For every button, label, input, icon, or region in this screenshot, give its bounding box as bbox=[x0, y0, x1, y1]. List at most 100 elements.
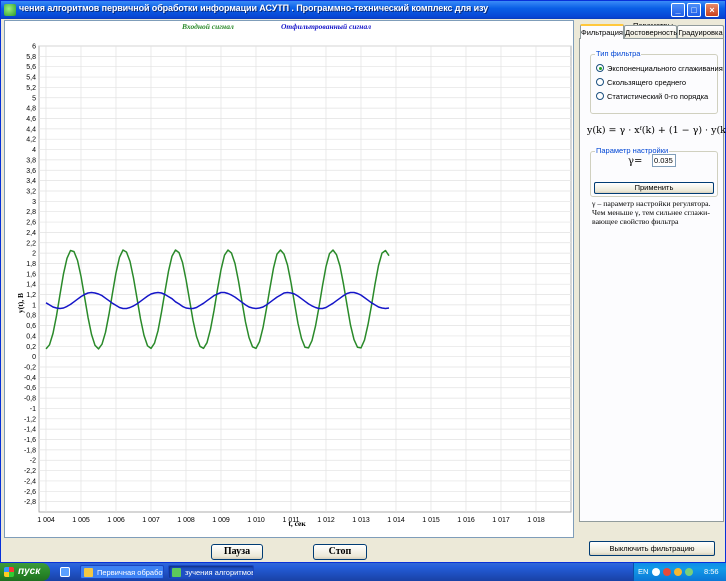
x-tick-label: 1 012 bbox=[317, 517, 335, 524]
radio-statistical[interactable]: Статистический 0-го порядка bbox=[596, 92, 708, 102]
y-tick-label: 4,8 bbox=[26, 106, 36, 113]
network-tray-icon[interactable] bbox=[674, 568, 682, 576]
help-line: Чем меньше γ, тем сильнее сглажи- bbox=[592, 208, 710, 217]
y-tick-label: 1,2 bbox=[26, 292, 36, 299]
y-tick-label: -0,2 bbox=[24, 365, 36, 372]
stop-button[interactable]: Стоп bbox=[313, 544, 367, 560]
clock: 8:56 bbox=[704, 567, 719, 576]
y-tick-label: 0,4 bbox=[26, 333, 36, 340]
y-tick-label: -2,4 bbox=[24, 478, 36, 485]
y-tick-label: -2,6 bbox=[24, 489, 36, 496]
x-tick-label: 1 006 bbox=[107, 517, 125, 524]
title-bar[interactable]: чения алгоритмов первичной обработки инф… bbox=[1, 1, 725, 19]
maximize-button[interactable]: □ bbox=[687, 3, 701, 17]
y-tick-label: -2,8 bbox=[24, 499, 36, 506]
minimize-button[interactable]: _ bbox=[671, 3, 685, 17]
x-tick-label: 1 018 bbox=[527, 517, 545, 524]
bottom-button-bar: Пауза Стоп bbox=[1, 540, 575, 562]
filtering-tab-content: Тип фильтра Экспоненциального сглаживани… bbox=[579, 38, 726, 522]
y-tick-label: 2,2 bbox=[26, 240, 36, 247]
start-button[interactable]: пуск bbox=[0, 563, 50, 581]
y-tick-label: -1,4 bbox=[24, 427, 36, 434]
y-tick-label: 2 bbox=[32, 251, 36, 258]
radio-exponential[interactable]: Экспоненциального сглаживания bbox=[596, 64, 723, 74]
y-tick-label: 5,6 bbox=[26, 64, 36, 71]
tab-validity[interactable]: Достоверность bbox=[624, 25, 677, 39]
folder-icon bbox=[84, 568, 93, 577]
settings-panel: Параметры Фильтрация Достоверность Граду… bbox=[579, 20, 726, 560]
x-tick-label: 1 017 bbox=[492, 517, 510, 524]
window-title: чения алгоритмов первичной обработки инф… bbox=[19, 3, 489, 13]
legend-filtered-signal: Отфильтрованный сигнал bbox=[281, 22, 371, 31]
help-text: γ – параметр настройки регулятора. Чем м… bbox=[592, 199, 720, 226]
y-tick-label: 3,8 bbox=[26, 157, 36, 164]
radio-unselected-icon[interactable] bbox=[596, 78, 604, 87]
y-tick-label: 4,6 bbox=[26, 116, 36, 123]
x-tick-label: 1 010 bbox=[247, 517, 265, 524]
x-tick-label: 1 014 bbox=[387, 517, 405, 524]
task-label: Первичная обработ... bbox=[97, 568, 164, 577]
task-primary-processing[interactable]: Первичная обработ... bbox=[80, 565, 164, 579]
language-indicator[interactable]: EN bbox=[638, 567, 648, 576]
radio-selected-icon[interactable] bbox=[596, 64, 604, 73]
x-tick-label: 1 004 bbox=[37, 517, 55, 524]
y-tick-label: -1,2 bbox=[24, 416, 36, 423]
y-tick-label: 0 bbox=[32, 354, 36, 361]
signal-chart: 6 5,8 5,6 5,4 5,2 5 4,8 4,6 4,4 4,2 4 3,8 3,6 3,4 3,2 3… bbox=[16, 22, 572, 528]
x-tick-label: 1 016 bbox=[457, 517, 475, 524]
y-tick-label: 3 bbox=[32, 199, 36, 206]
gamma-input[interactable] bbox=[652, 154, 676, 167]
y-tick-label: -1 bbox=[30, 406, 36, 413]
y-tick-label: 5 bbox=[32, 95, 36, 102]
x-tick-label: 1 015 bbox=[422, 517, 440, 524]
y-tick-label: 3,4 bbox=[26, 178, 36, 185]
radio-moving-average[interactable]: Скользящего среднего bbox=[596, 78, 686, 88]
disable-filter-button[interactable]: Выключить фильтрацию bbox=[589, 541, 715, 556]
y-tick-label: 2,8 bbox=[26, 209, 36, 216]
ie-icon[interactable] bbox=[60, 567, 70, 577]
task-label: зучения алгоритмов... bbox=[185, 568, 254, 577]
system-tray: EN 8:56 bbox=[633, 563, 726, 581]
y-tick-label: 4,2 bbox=[26, 137, 36, 144]
y-tick-label: 5,8 bbox=[26, 54, 36, 61]
x-tick-label: 1 009 bbox=[212, 517, 230, 524]
filter-type-group: Тип фильтра Экспоненциального сглаживани… bbox=[590, 49, 723, 114]
y-tick-label: 5,4 bbox=[26, 75, 36, 82]
y-tick-label: -0,6 bbox=[24, 385, 36, 392]
tab-calibration[interactable]: Градуировка bbox=[677, 25, 724, 39]
apply-button[interactable]: Применить bbox=[594, 182, 714, 194]
antivirus-tray-icon[interactable] bbox=[663, 568, 671, 576]
y-axis-label: y(t), В bbox=[16, 293, 25, 313]
x-axis-label: t, сек bbox=[288, 519, 306, 528]
task-algorithms-study[interactable]: зучения алгоритмов... bbox=[168, 565, 254, 579]
y-tick-label: 0,6 bbox=[26, 323, 36, 330]
y-tick-label: -1,8 bbox=[24, 447, 36, 454]
gamma-label: γ= bbox=[628, 156, 643, 167]
app-task-icon bbox=[172, 568, 181, 577]
x-tick-label: 1 007 bbox=[142, 517, 160, 524]
pause-button[interactable]: Пауза bbox=[211, 544, 263, 560]
y-tick-label: 0,2 bbox=[26, 344, 36, 351]
y-tick-label: 3,6 bbox=[26, 168, 36, 175]
plot-area bbox=[38, 45, 572, 513]
radio-label-statistical: Статистический 0-го порядка bbox=[607, 92, 709, 101]
radio-unselected-icon[interactable] bbox=[596, 92, 604, 101]
y-tick-label: 6 bbox=[32, 44, 36, 51]
legend-input-signal: Входной сигнал bbox=[181, 22, 234, 31]
y-tick-label: -1,6 bbox=[24, 437, 36, 444]
y-tick-label: 2,6 bbox=[26, 220, 36, 227]
taskbar: пуск Первичная обработ... зучения алгори… bbox=[0, 563, 726, 581]
y-tick-label: 1 bbox=[32, 302, 36, 309]
volume-tray-icon[interactable] bbox=[685, 568, 693, 576]
help-line: γ – параметр настройки регулятора. bbox=[592, 199, 711, 208]
tab-filtering[interactable]: Фильтрация bbox=[580, 24, 624, 39]
y-tick-label: 4,4 bbox=[26, 126, 36, 133]
close-button[interactable]: × bbox=[705, 3, 719, 17]
filter-formula: y(k) = γ · xᶠ(k) + (1 − γ) · y(k − 1) bbox=[587, 125, 726, 136]
help-line: вающее свойство фильтра bbox=[592, 217, 679, 226]
help-tray-icon[interactable] bbox=[652, 568, 660, 576]
y-tick-label: 1,4 bbox=[26, 282, 36, 289]
y-tick-label: -2,2 bbox=[24, 468, 36, 475]
y-tick-label: -2 bbox=[30, 458, 36, 465]
windows-flag-icon bbox=[4, 567, 14, 577]
